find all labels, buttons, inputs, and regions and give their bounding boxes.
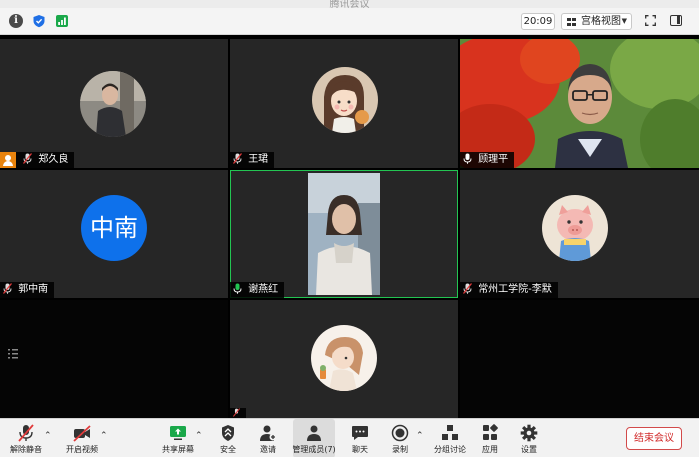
- members-icon: [307, 425, 321, 441]
- grid-view-icon: [567, 18, 577, 26]
- share-screen-label: 共享屏幕: [162, 445, 194, 454]
- manage-members-button[interactable]: 管理成员(7): [292, 419, 336, 457]
- breakout-rooms-icon: [442, 425, 458, 440]
- gear-icon: [520, 424, 538, 442]
- participant-avatar: 中南: [81, 195, 147, 261]
- audio-options-chevron-icon[interactable]: ⌃: [44, 431, 52, 441]
- record-button[interactable]: 录制: [388, 419, 412, 457]
- apps-icon: [483, 424, 498, 440]
- security-shield-icon: [222, 425, 234, 441]
- drag-handle-icon[interactable]: [8, 348, 18, 360]
- meeting-control-bar: 解除静音 ⌃ 开启视频 ⌃ 共享屏幕 ⌃ 安全 邀请 管理成员(7) 聊天 录制…: [0, 418, 699, 457]
- record-options-chevron-icon[interactable]: ⌃: [416, 431, 424, 441]
- invite-button[interactable]: 邀请: [256, 419, 280, 457]
- breakout-rooms-button[interactable]: 分组讨论: [434, 419, 466, 457]
- record-label: 录制: [392, 445, 408, 454]
- video-tile-6[interactable]: 常州工学院-李默: [460, 170, 699, 298]
- share-screen-icon: [170, 426, 186, 440]
- mic-muted-icon: [463, 283, 472, 294]
- end-meeting-button[interactable]: 结束会议: [626, 427, 682, 450]
- mic-muted-icon: [23, 153, 33, 164]
- video-tile-5-active-speaker[interactable]: 谢燕红: [230, 170, 458, 298]
- participant-name-label: [230, 408, 246, 418]
- video-tile-4[interactable]: 中南 郭中南: [0, 170, 228, 298]
- chat-label: 聊天: [352, 445, 368, 454]
- participant-name: 郭中南: [18, 284, 49, 295]
- security-button[interactable]: 安全: [216, 419, 240, 457]
- share-options-chevron-icon[interactable]: ⌃: [195, 431, 203, 441]
- participant-name-label: 王珺: [230, 152, 275, 168]
- participant-name: 顾理平: [478, 154, 509, 165]
- network-signal-icon[interactable]: [55, 14, 69, 28]
- mic-speaking-icon: [233, 283, 242, 294]
- participant-name-label: 顾理平: [460, 152, 515, 168]
- participant-avatar: [542, 195, 608, 261]
- settings-button[interactable]: 设置: [517, 419, 541, 457]
- participant-avatar: [311, 325, 377, 391]
- shield-icon[interactable]: [32, 14, 46, 28]
- participant-name-label: 郭中南: [0, 282, 55, 298]
- participant-name: 郑久良: [38, 154, 69, 165]
- chevron-down-icon: ▼: [621, 17, 627, 25]
- host-badge-icon: [0, 152, 16, 168]
- apps-label: 应用: [482, 445, 498, 454]
- toggle-sidebar-icon[interactable]: [670, 15, 682, 26]
- unmute-label: 解除静音: [10, 445, 42, 454]
- participant-avatar: [80, 71, 146, 137]
- meeting-top-toolbar: i 20:09 宫格视图 ▼: [0, 8, 699, 35]
- participant-name-label: 郑久良: [0, 152, 75, 168]
- start-video-button[interactable]: 开启视频: [66, 419, 98, 457]
- participant-name: 常州工学院-李默: [478, 284, 552, 295]
- participant-video-feed: [460, 39, 699, 168]
- mic-muted-icon: [233, 153, 242, 164]
- camera-off-icon: [73, 425, 91, 442]
- mic-muted-icon: [3, 283, 12, 294]
- window-titlebar: 腾讯会议: [0, 0, 699, 10]
- mic-muted-icon: [233, 408, 240, 417]
- participant-video-feed: [308, 173, 380, 295]
- unmute-button[interactable]: 解除静音: [10, 419, 42, 457]
- video-tile-1[interactable]: 郑久良: [0, 39, 228, 168]
- start-video-label: 开启视频: [66, 445, 98, 454]
- empty-tile-left: [0, 300, 228, 418]
- mic-muted-icon: [18, 424, 34, 442]
- view-mode-dropdown[interactable]: 宫格视图 ▼: [561, 13, 632, 30]
- meeting-info-icon[interactable]: i: [9, 14, 23, 28]
- chat-button[interactable]: 聊天: [348, 419, 372, 457]
- participant-name: 王珺: [248, 154, 269, 165]
- manage-members-label: 管理成员(7): [292, 445, 336, 454]
- participant-name: 谢燕红: [248, 284, 279, 295]
- participant-avatar: [312, 67, 378, 133]
- video-tile-7[interactable]: [230, 300, 458, 418]
- participant-name-label: 常州工学院-李默: [460, 282, 558, 298]
- meeting-timer: 20:09: [521, 13, 555, 30]
- settings-label: 设置: [521, 445, 537, 454]
- participant-name-label: 谢燕红: [230, 282, 285, 298]
- video-tile-3[interactable]: 顾理平: [460, 39, 699, 168]
- chat-icon: [352, 426, 368, 440]
- video-options-chevron-icon[interactable]: ⌃: [100, 431, 108, 441]
- apps-button[interactable]: 应用: [478, 419, 502, 457]
- video-tile-2[interactable]: 王珺: [230, 39, 458, 168]
- fullscreen-icon[interactable]: [645, 15, 656, 26]
- share-screen-button[interactable]: 共享屏幕: [162, 419, 194, 457]
- view-mode-label: 宫格视图: [581, 16, 621, 27]
- record-icon: [391, 424, 409, 442]
- breakout-rooms-label: 分组讨论: [434, 445, 466, 454]
- add-user-icon: [260, 425, 277, 441]
- security-label: 安全: [220, 445, 236, 454]
- empty-tile-right: [460, 300, 699, 418]
- mic-icon: [463, 153, 472, 164]
